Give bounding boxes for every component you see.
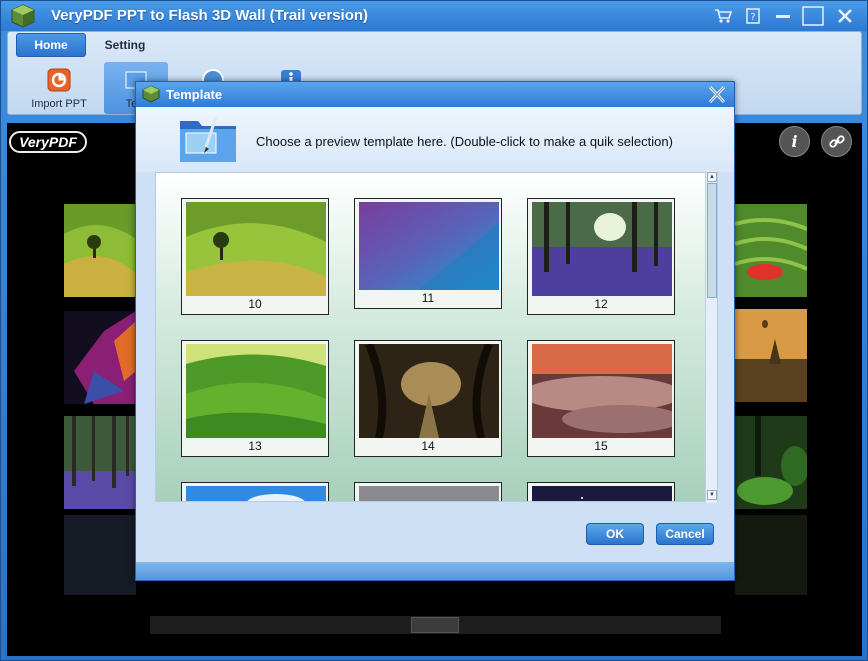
- template-label-13: 13: [248, 439, 262, 453]
- template-thumb-10[interactable]: 10: [181, 198, 329, 315]
- template-thumb-11[interactable]: 11: [354, 198, 502, 309]
- dialog-title-bar: Template: [136, 82, 734, 107]
- template-preview-15: [532, 344, 672, 438]
- title-bar: VeryPDF PPT to Flash 3D Wall (Trail vers…: [1, 1, 867, 31]
- svg-text:?: ?: [750, 12, 755, 23]
- close-icon: [838, 9, 852, 23]
- template-thumb-14[interactable]: 14: [354, 340, 502, 457]
- import-ppt-button[interactable]: Import PPT: [28, 62, 90, 114]
- import-ppt-label: Import PPT: [31, 98, 87, 110]
- close-button[interactable]: [833, 5, 857, 27]
- template-label-15: 15: [594, 439, 608, 453]
- template-gallery: 10 11 12 13 14 15: [155, 172, 718, 502]
- template-preview-12: [532, 202, 672, 296]
- gallery-scrollbar-thumb[interactable]: [707, 183, 717, 298]
- minimize-button[interactable]: [771, 5, 795, 27]
- template-thumb-18[interactable]: [527, 482, 675, 501]
- ok-button[interactable]: OK: [586, 523, 644, 545]
- tab-setting[interactable]: Setting: [90, 33, 160, 57]
- ribbon-tabs: Home Setting: [8, 32, 861, 58]
- template-preview-16: [186, 486, 326, 501]
- cart-icon: [715, 9, 732, 23]
- import-ppt-icon: [47, 68, 71, 92]
- wall-tile-meadow[interactable]: [64, 204, 136, 297]
- wall-tile-bluebell-forest[interactable]: [64, 416, 136, 509]
- template-thumb-13[interactable]: 13: [181, 340, 329, 457]
- template-label-14: 14: [421, 439, 435, 453]
- info-button[interactable]: i: [779, 126, 810, 157]
- cancel-button[interactable]: Cancel: [656, 523, 714, 545]
- template-preview-18: [532, 486, 672, 501]
- window-title: VeryPDF PPT to Flash 3D Wall (Trail vers…: [51, 7, 369, 24]
- dialog-close-icon[interactable]: [706, 84, 728, 105]
- template-preview-13: [186, 344, 326, 438]
- wall-tile-mossy-forest[interactable]: [735, 416, 807, 509]
- wall-scrollbar-thumb[interactable]: [411, 617, 459, 633]
- link-icon: [828, 134, 845, 148]
- template-folder-icon: [180, 116, 236, 162]
- minimize-icon: [776, 15, 790, 18]
- template-dialog: Template Choose a preview template here.…: [135, 81, 735, 581]
- scroll-up-icon[interactable]: ▲: [707, 172, 717, 182]
- template-preview-11: [359, 202, 499, 290]
- template-preview-14: [359, 344, 499, 438]
- dialog-title: Template: [166, 87, 223, 102]
- info-icon: i: [791, 132, 798, 151]
- dialog-header: Choose a preview template here. (Double-…: [136, 107, 734, 172]
- wall-tile-tea-field[interactable]: [735, 204, 807, 297]
- template-label-12: 12: [594, 297, 608, 311]
- template-label-11: 11: [421, 291, 435, 305]
- wall-tile-abstract[interactable]: [64, 311, 136, 404]
- dialog-instruction: Choose a preview template here. (Double-…: [256, 134, 673, 149]
- verypdf-logo: VeryPDF: [9, 131, 87, 153]
- app-logo-icon: [11, 4, 35, 28]
- scroll-down-icon[interactable]: ▼: [707, 490, 717, 500]
- help-button[interactable]: ?: [741, 5, 765, 27]
- wall-reflection-right: [735, 515, 807, 595]
- link-button[interactable]: [821, 126, 852, 157]
- maximize-button[interactable]: [801, 5, 825, 27]
- wall-reflection-left: [64, 515, 136, 595]
- tab-home[interactable]: Home: [16, 33, 86, 57]
- dialog-bottom-bar: [136, 562, 734, 580]
- app-window: VeryPDF PPT to Flash 3D Wall (Trail vers…: [0, 0, 868, 661]
- wall-tile-temples[interactable]: [735, 309, 807, 402]
- wall-scrollbar[interactable]: [150, 616, 721, 634]
- help-icon: ?: [746, 8, 760, 24]
- template-preview-10: [186, 202, 326, 296]
- cart-button[interactable]: [711, 5, 735, 27]
- template-thumb-15[interactable]: 15: [527, 340, 675, 457]
- template-thumb-16[interactable]: [181, 482, 329, 501]
- template-preview-17: [359, 486, 499, 501]
- gallery-scrollbar[interactable]: ▲ ▼: [705, 171, 717, 503]
- template-label-10: 10: [248, 297, 262, 311]
- template-thumb-17[interactable]: [354, 482, 502, 501]
- dialog-app-icon: [142, 85, 160, 103]
- template-thumb-12[interactable]: 12: [527, 198, 675, 315]
- maximize-icon: [802, 6, 824, 26]
